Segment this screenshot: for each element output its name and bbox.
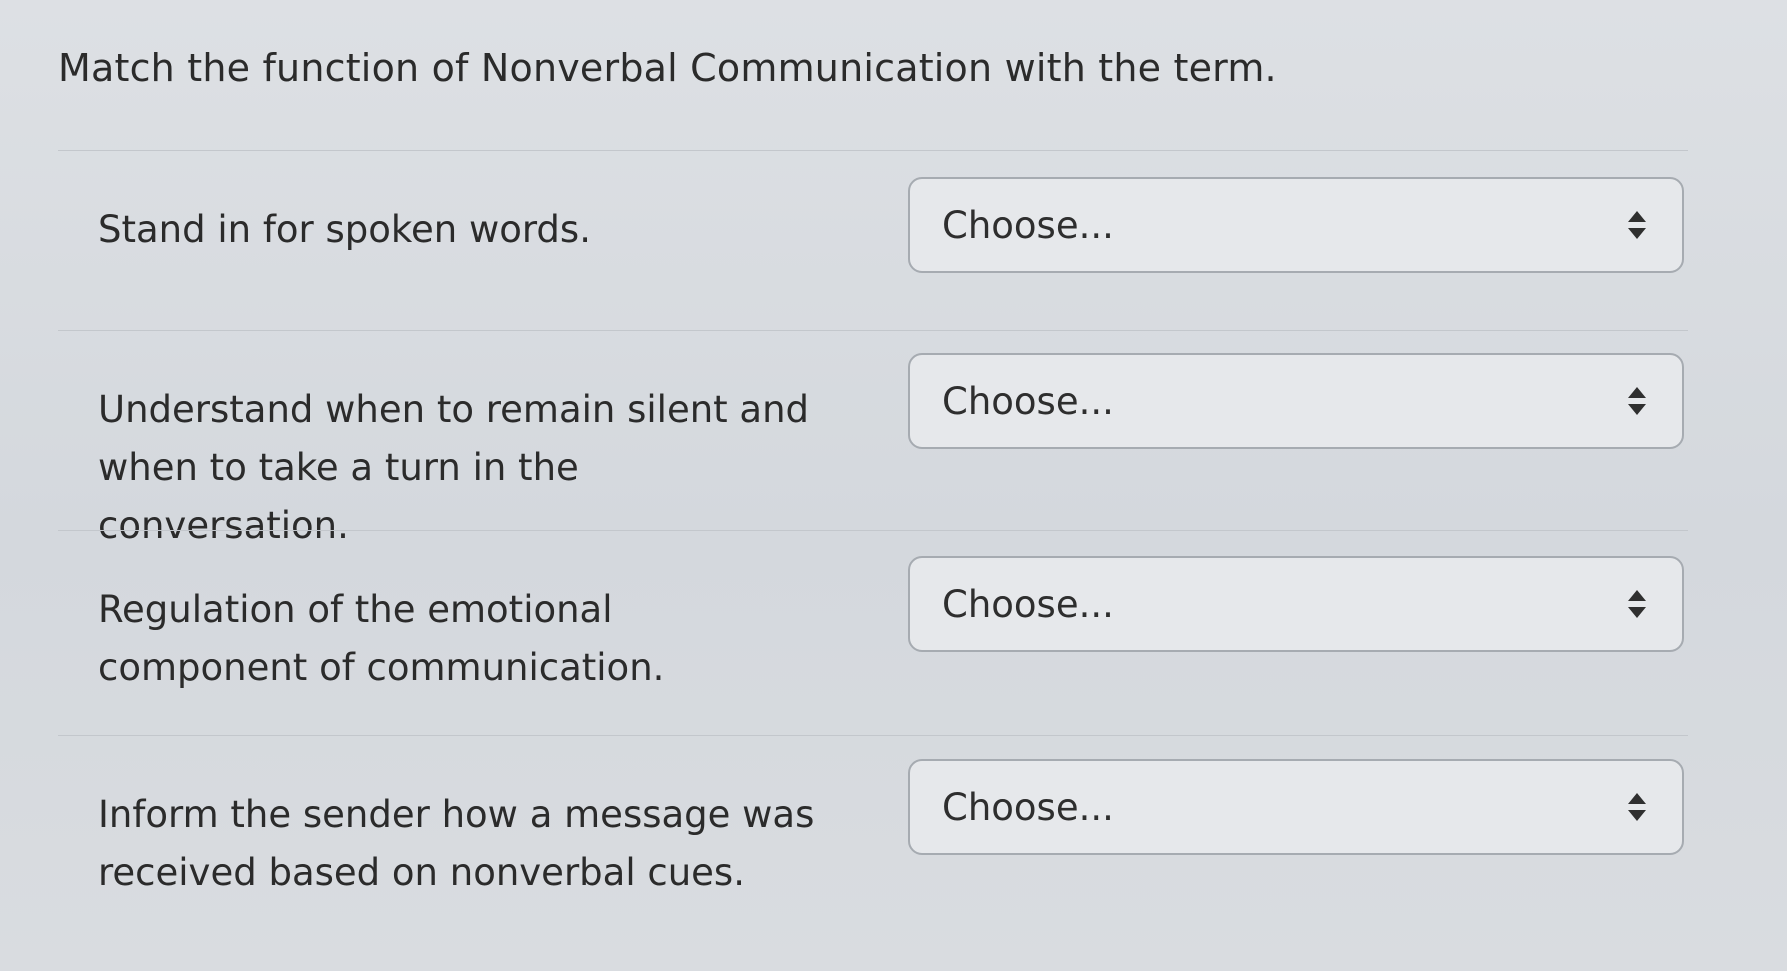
match-prompt: Stand in for spoken words. (98, 208, 591, 251)
select-value: Choose... (942, 379, 1114, 423)
question-title: Match the function of Nonverbal Communic… (58, 46, 1277, 90)
match-row: Inform the sender how a message was rece… (58, 735, 1688, 965)
select-value: Choose... (942, 203, 1114, 247)
match-prompt: Understand when to remain silent and whe… (98, 388, 810, 547)
quiz-screen: Match the function of Nonverbal Communic… (0, 0, 1787, 971)
matching-list: Stand in for spoken words. Choose... Und… (58, 150, 1688, 965)
up-down-caret-icon (1628, 590, 1646, 618)
up-down-caret-icon (1628, 793, 1646, 821)
up-down-caret-icon (1628, 387, 1646, 415)
match-row: Regulation of the emotional component of… (58, 530, 1688, 735)
answer-select[interactable]: Choose... (908, 177, 1684, 273)
match-row: Understand when to remain silent and whe… (58, 330, 1688, 547)
match-prompt: Regulation of the emotional component of… (98, 588, 665, 689)
answer-select[interactable]: Choose... (908, 556, 1684, 652)
match-row: Stand in for spoken words. Choose... (58, 150, 1688, 330)
select-value: Choose... (942, 582, 1114, 626)
answer-select[interactable]: Choose... (908, 759, 1684, 855)
answer-select[interactable]: Choose... (908, 353, 1684, 449)
select-value: Choose... (942, 785, 1114, 829)
match-prompt: Inform the sender how a message was rece… (98, 793, 815, 894)
up-down-caret-icon (1628, 211, 1646, 239)
